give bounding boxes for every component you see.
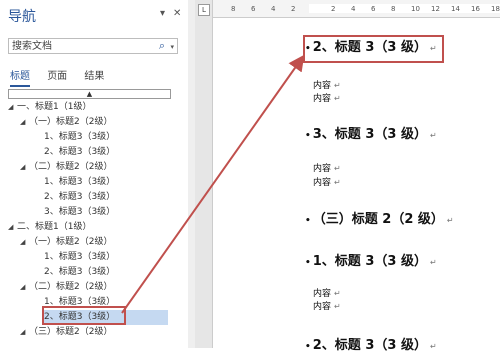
annotation-arrow [121, 54, 305, 314]
